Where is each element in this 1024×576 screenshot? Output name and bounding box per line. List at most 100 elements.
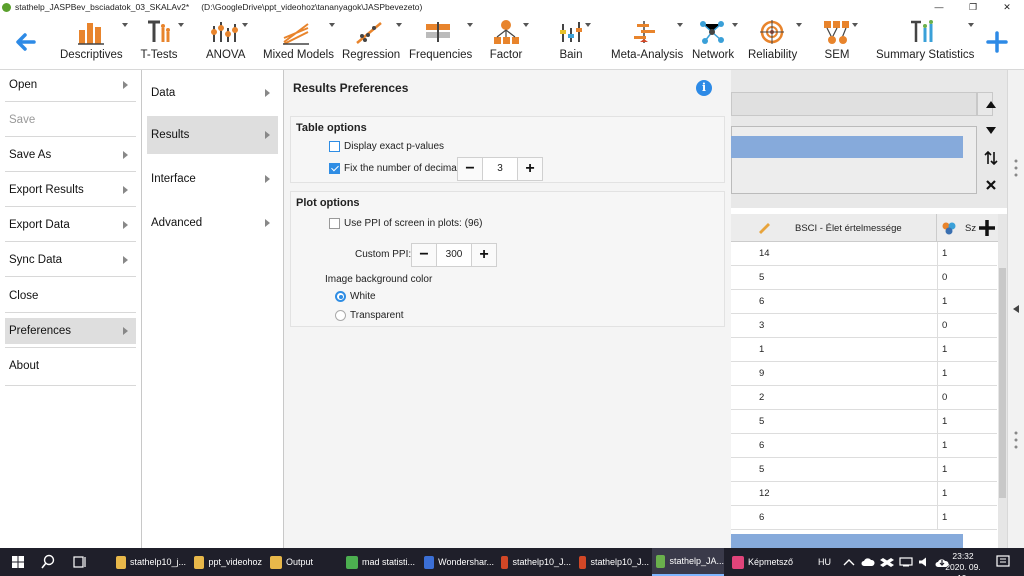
add-column-plus-icon[interactable] (975, 216, 999, 240)
ribbon-bain[interactable]: Bain (557, 18, 591, 66)
info-icon[interactable]: i (696, 80, 712, 96)
ribbon-regression[interactable]: Regression (342, 18, 402, 66)
fix-decimals-checkbox[interactable] (329, 163, 340, 174)
transparent-radio[interactable] (335, 310, 346, 321)
language-indicator[interactable]: HU (818, 557, 831, 567)
panel-splitter[interactable] (1007, 70, 1024, 548)
prefs-item-data[interactable]: Data (147, 78, 278, 108)
table-row[interactable]: 91 (731, 362, 997, 386)
table-row[interactable]: 14 1 (731, 242, 997, 266)
back-arrow-icon[interactable] (12, 28, 40, 56)
column-header[interactable]: BSCI - Élet értelmessége (731, 214, 937, 242)
decrement-button[interactable]: − (412, 244, 436, 266)
exact-p-values-checkbox[interactable] (329, 141, 340, 152)
fix-decimals-option[interactable]: Fix the number of decimals (329, 163, 464, 174)
ribbon-sem[interactable]: SEM (822, 18, 858, 66)
table-cell[interactable]: 1 (942, 464, 947, 475)
menu-item-save[interactable]: Save (5, 107, 136, 133)
ribbon-frequencies[interactable]: Frequencies (409, 18, 473, 66)
ribbon-meta-analysis[interactable]: Meta-Analysis (611, 18, 683, 66)
network-wifi-icon[interactable] (899, 557, 913, 567)
table-row[interactable]: 51 (731, 410, 997, 434)
table-cell[interactable]: 12 (759, 488, 770, 499)
menu-item-close[interactable]: Close (5, 283, 136, 309)
taskbar-app[interactable]: mad statisti... (342, 548, 416, 576)
table-cell[interactable]: 6 (759, 296, 764, 307)
table-cell[interactable]: 1 (759, 344, 764, 355)
maximize-button[interactable]: ❐ (956, 0, 990, 14)
table-cell[interactable]: 0 (942, 392, 947, 403)
table-row[interactable]: 61 (731, 290, 997, 314)
table-row[interactable]: 30 (731, 314, 997, 338)
table-cell[interactable]: 1 (942, 488, 947, 499)
table-cell[interactable]: 1 (942, 248, 947, 259)
table-cell[interactable]: 6 (759, 440, 764, 451)
table-row[interactable]: 50 (731, 266, 997, 290)
scrollbar-thumb[interactable] (999, 268, 1006, 498)
add-module-plus-icon[interactable] (985, 30, 1009, 54)
table-cell[interactable]: 6 (759, 512, 764, 523)
menu-item-save-as[interactable]: Save As (5, 142, 136, 168)
horizontal-scrollbar[interactable] (731, 534, 963, 548)
table-cell[interactable]: 0 (942, 320, 947, 331)
vertical-scrollbar[interactable] (998, 214, 1007, 548)
sort-icon[interactable] (979, 146, 1003, 170)
taskbar-app[interactable]: Wondershar... (420, 548, 494, 576)
prefs-item-results[interactable]: Results (147, 116, 278, 154)
ribbon-summary-statistics[interactable]: Summary Statistics (876, 18, 974, 66)
minimize-button[interactable]: — (922, 0, 956, 14)
ribbon-descriptives[interactable]: Descriptives (60, 18, 128, 66)
ppi-screen-option[interactable]: Use PPI of screen in plots: (96) (329, 218, 482, 229)
ribbon-mixed-models[interactable]: Mixed Models (263, 18, 335, 66)
collapse-left-icon[interactable] (1012, 304, 1020, 314)
cloud-icon[interactable] (861, 557, 875, 567)
decimals-value[interactable]: 3 (482, 158, 518, 180)
table-cell[interactable]: 5 (759, 416, 764, 427)
table-cell[interactable]: 1 (942, 512, 947, 523)
ribbon-factor[interactable]: Factor (489, 18, 529, 66)
menu-item-about[interactable]: About (5, 353, 136, 379)
table-cell[interactable]: 14 (759, 248, 770, 259)
custom-ppi-value[interactable]: 300 (436, 244, 472, 266)
taskbar-app[interactable]: stathelp_JA... (652, 548, 724, 576)
table-cell[interactable]: 1 (942, 416, 947, 427)
taskbar-app[interactable]: Output (266, 548, 338, 576)
menu-item-export-data[interactable]: Export Data (5, 212, 136, 238)
table-row[interactable]: 61 (731, 434, 997, 458)
task-view-icon[interactable] (72, 554, 88, 570)
menu-item-open[interactable]: Open (5, 72, 136, 98)
table-cell[interactable]: 9 (759, 368, 764, 379)
dropbox-icon[interactable] (880, 557, 894, 567)
speaker-icon[interactable] (918, 557, 930, 567)
menu-item-sync-data[interactable]: Sync Data (5, 247, 136, 273)
taskbar-app[interactable]: Képmetsző (728, 548, 794, 576)
table-cell[interactable]: 1 (942, 440, 947, 451)
table-row[interactable]: 20 (731, 386, 997, 410)
ribbon-reliability[interactable]: Reliability (748, 18, 802, 66)
taskbar-app[interactable]: ppt_videohoz (190, 548, 262, 576)
close-window-button[interactable]: ✕ (990, 0, 1024, 14)
table-cell[interactable]: 1 (942, 296, 947, 307)
decrement-button[interactable]: − (458, 158, 482, 180)
close-icon[interactable] (979, 173, 1003, 197)
exact-p-values-option[interactable]: Display exact p-values (329, 141, 444, 152)
table-row[interactable]: 61 (731, 506, 997, 530)
move-up-icon[interactable] (979, 92, 1003, 116)
ribbon-anova[interactable]: ANOVA (206, 18, 248, 66)
table-cell[interactable]: 1 (942, 368, 947, 379)
move-down-icon[interactable] (979, 119, 1003, 143)
increment-button[interactable]: + (518, 158, 542, 180)
menu-item-preferences[interactable]: Preferences (5, 318, 136, 344)
table-cell[interactable]: 1 (942, 344, 947, 355)
table-cell[interactable]: 5 (759, 272, 764, 283)
taskbar-app[interactable]: stathelp10_j... (112, 548, 186, 576)
clock[interactable]: 23:32 2020. 09. 19. (940, 551, 986, 576)
taskbar-app[interactable]: stathelp10_J... (497, 548, 571, 576)
taskbar-app[interactable]: stathelp10_J... (575, 548, 649, 576)
notifications-icon[interactable] (996, 555, 1010, 569)
bg-option-white[interactable]: White (335, 291, 376, 302)
ribbon-network[interactable]: Network (692, 18, 738, 66)
table-row[interactable]: 51 (731, 458, 997, 482)
bg-option-transparent[interactable]: Transparent (335, 310, 404, 321)
table-row[interactable]: 11 (731, 338, 997, 362)
